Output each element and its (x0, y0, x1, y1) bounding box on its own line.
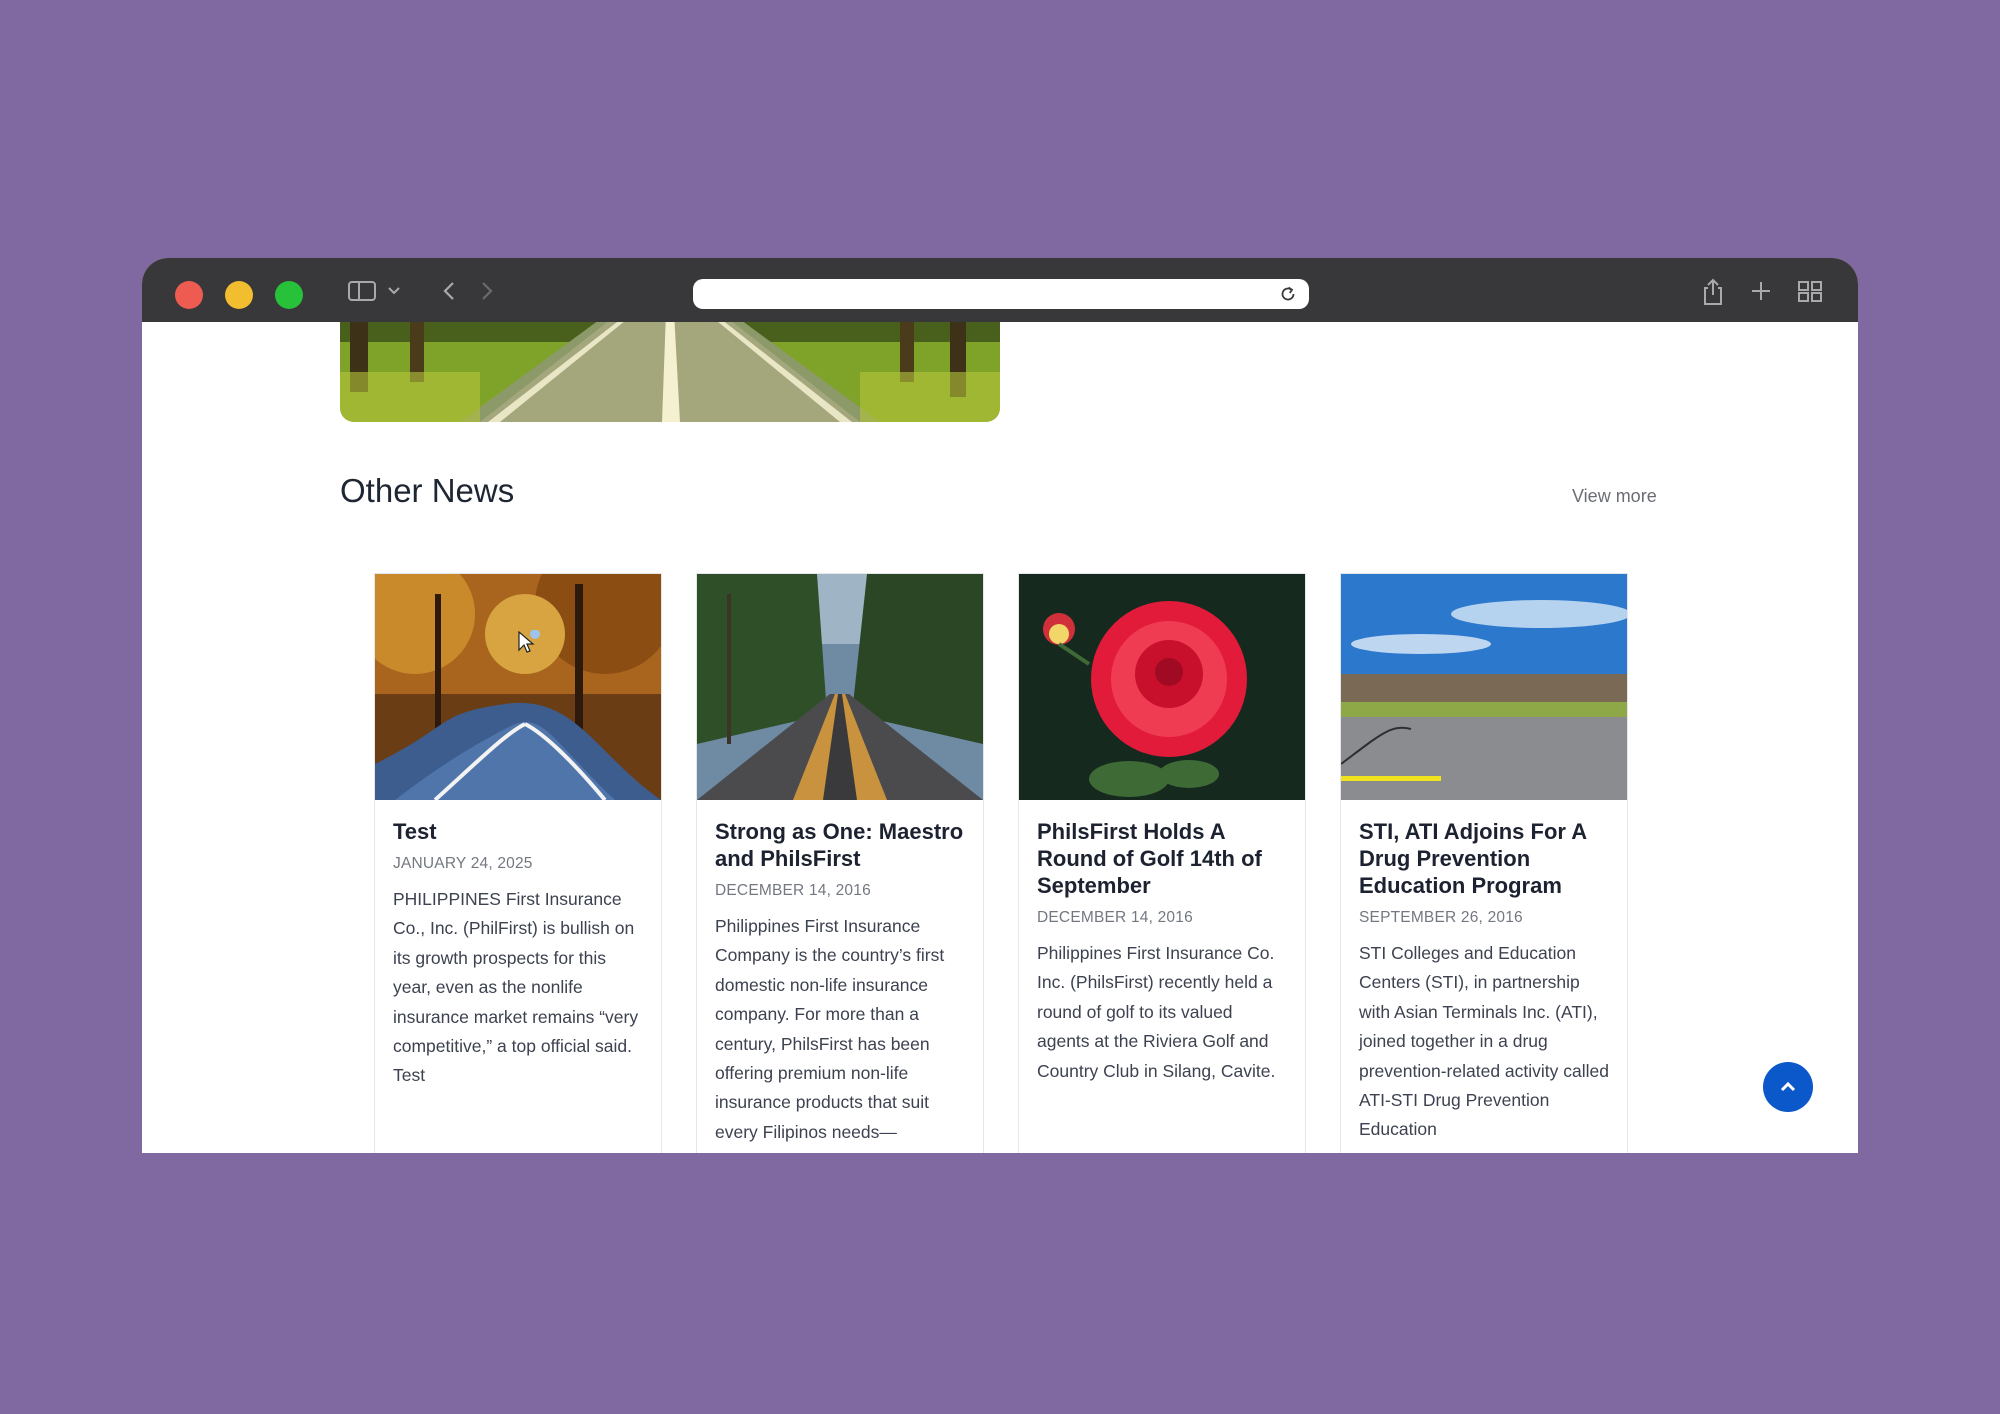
scroll-to-top-button[interactable] (1763, 1062, 1813, 1112)
zoom-window-button[interactable] (275, 281, 303, 309)
close-window-button[interactable] (175, 281, 203, 309)
address-bar[interactable] (693, 279, 1309, 309)
featured-image[interactable] (340, 322, 1000, 422)
news-card-excerpt: Philippines First Insurance Company is t… (715, 916, 945, 1142)
news-card-image[interactable] (1019, 574, 1305, 800)
mouse-cursor-icon (517, 629, 545, 664)
news-card-title[interactable]: Test (393, 818, 643, 845)
news-card-date: DECEMBER 14, 2016 (1037, 909, 1193, 926)
minimize-window-button[interactable] (225, 281, 253, 309)
news-card[interactable]: Strong as One: Maestro and PhilsFirst DE… (696, 573, 984, 1153)
news-card-image[interactable] (1341, 574, 1627, 800)
tab-overview-icon[interactable] (1797, 277, 1823, 305)
view-more-link[interactable]: View more (1572, 486, 1657, 507)
news-card-date: DECEMBER 14, 2016 (715, 882, 871, 899)
forward-icon[interactable] (478, 277, 494, 305)
news-card-excerpt: PHILIPPINES First Insurance Co., Inc. (P… (393, 889, 639, 1086)
page-content: Other News View more Test JANUARY 24, 20… (142, 322, 1858, 1153)
chevron-down-icon[interactable] (387, 277, 401, 305)
news-card-title[interactable]: PhilsFirst Holds A Round of Golf 14th of… (1037, 818, 1287, 899)
news-card-excerpt: Philippines First Insurance Co. Inc. (Ph… (1037, 943, 1276, 1081)
sidebar-icon[interactable] (347, 277, 377, 305)
back-icon[interactable] (442, 277, 458, 305)
news-card-title[interactable]: Strong as One: Maestro and PhilsFirst (715, 818, 965, 872)
reload-icon[interactable] (1279, 285, 1297, 303)
chevron-up-icon (1779, 1078, 1797, 1097)
news-card-excerpt: STI Colleges and Education Centers (STI)… (1359, 943, 1609, 1140)
news-card-date: SEPTEMBER 26, 2016 (1359, 909, 1523, 926)
browser-window: Other News View more Test JANUARY 24, 20… (142, 258, 1858, 1153)
news-card-image[interactable] (375, 574, 661, 800)
browser-toolbar (142, 258, 1858, 322)
news-card[interactable]: PhilsFirst Holds A Round of Golf 14th of… (1018, 573, 1306, 1153)
news-card-date: JANUARY 24, 2025 (393, 855, 533, 872)
new-tab-icon[interactable] (1749, 277, 1773, 305)
news-card[interactable]: STI, ATI Adjoins For A Drug Prevention E… (1340, 573, 1628, 1153)
share-icon[interactable] (1700, 277, 1726, 305)
news-card-title[interactable]: STI, ATI Adjoins For A Drug Prevention E… (1359, 818, 1609, 899)
section-title: Other News (340, 472, 515, 509)
news-card-image[interactable] (697, 574, 983, 800)
